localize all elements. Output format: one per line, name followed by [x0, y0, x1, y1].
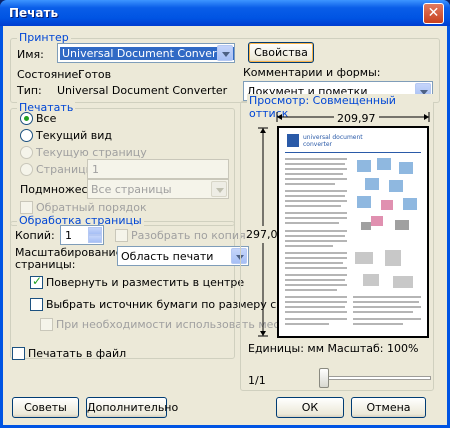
printer-type-label: Тип:	[17, 84, 42, 97]
close-icon: ✕	[427, 5, 440, 21]
choose-source-checkbox[interactable]	[30, 298, 43, 311]
radio-pages[interactable]	[20, 163, 33, 176]
advanced-button[interactable]: Дополнительно	[86, 397, 178, 418]
use-pdf-size-checkbox[interactable]	[40, 318, 53, 331]
preview-header-rule	[285, 152, 421, 153]
logo-text-line1: universal document	[303, 134, 363, 141]
radio-pages-label: Страницы	[36, 163, 95, 176]
print-to-file-checkbox[interactable]	[12, 347, 25, 360]
preview-document-thumbnail	[285, 158, 421, 325]
dialog-body: Принтер Имя: Universal Document Converte…	[3, 26, 447, 425]
ok-button[interactable]: ОК	[276, 397, 344, 418]
printer-status-label: Состояние:	[17, 68, 83, 81]
udc-logo	[287, 134, 299, 147]
radio-current-view-label: Текущий вид	[36, 129, 113, 142]
scaling-label-line2: страницы:	[15, 258, 76, 271]
window-title: Печать	[9, 6, 59, 20]
print-dialog: Печать ✕ Принтер Имя: Universal Document…	[0, 0, 450, 428]
pages-input-value: 1	[92, 163, 99, 176]
reverse-order-label: Обратный порядок	[36, 201, 147, 214]
close-button[interactable]: ✕	[423, 3, 444, 24]
copies-value: 1	[65, 229, 72, 242]
subset-value: Все страницы	[91, 183, 172, 196]
page-slider-thumb[interactable]	[319, 368, 329, 388]
comments-forms-label: Комментарии и формы:	[243, 66, 381, 79]
properties-button[interactable]: Свойства	[248, 42, 314, 63]
radio-all-label: Все	[36, 112, 57, 125]
printer-type-value: Universal Document Converter	[57, 84, 228, 97]
copies-input[interactable]: 1	[60, 225, 104, 245]
page-slider-track[interactable]	[321, 376, 431, 380]
collate-checkbox[interactable]	[115, 229, 128, 242]
auto-rotate-label: Повернуть и разместить в центре	[46, 276, 245, 289]
chevron-down-icon	[217, 45, 233, 61]
chevron-down-icon	[211, 181, 227, 197]
copies-label: Копий:	[15, 229, 55, 242]
pages-input[interactable]: 1	[87, 159, 229, 179]
tips-button[interactable]: Советы	[12, 397, 79, 418]
collate-label: Разобрать по копиям	[131, 229, 254, 242]
scaling-value: Область печати	[121, 250, 214, 263]
page-counter: 1/1	[248, 374, 266, 387]
scaling-select[interactable]: Область печати	[117, 246, 249, 266]
title-bar[interactable]: Печать ✕	[0, 0, 450, 26]
radio-all[interactable]	[20, 112, 33, 125]
reverse-order-checkbox[interactable]	[20, 201, 33, 214]
radio-current-page-label: Текущую страницу	[36, 146, 147, 159]
printer-name-value: Universal Document Converter	[60, 47, 235, 60]
print-to-file-label: Печатать в файл	[28, 347, 127, 360]
printer-name-label: Имя:	[17, 48, 44, 61]
copies-stepper[interactable]	[88, 227, 102, 243]
radio-current-page[interactable]	[20, 146, 33, 159]
units-scale-text: Единицы: мм Масштаб: 100%	[248, 342, 419, 355]
preview-width-value: 209,97	[334, 112, 379, 125]
printer-name-select[interactable]: Universal Document Converter	[57, 43, 235, 63]
printer-status-value: Готов	[78, 68, 112, 81]
auto-rotate-checkbox[interactable]	[30, 274, 43, 289]
subset-select[interactable]: Все страницы	[87, 179, 229, 199]
preview-page: universal document converter	[277, 126, 429, 338]
logo-text-line2: converter	[303, 141, 332, 148]
radio-current-view[interactable]	[20, 129, 33, 142]
cancel-button[interactable]: Отмена	[351, 397, 426, 418]
